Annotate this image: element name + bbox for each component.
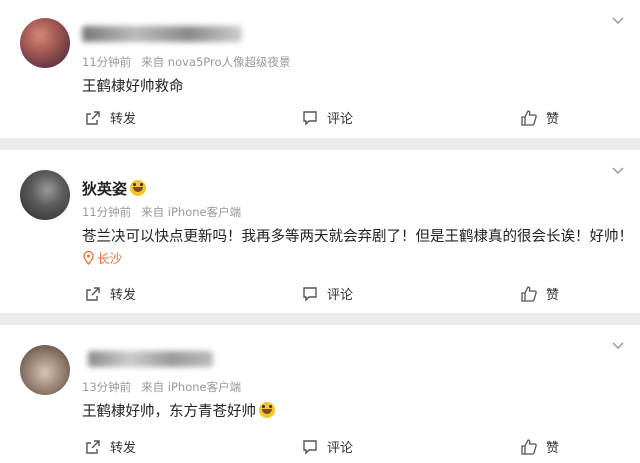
share-icon [86, 110, 100, 125]
chevron-down-icon[interactable] [610, 337, 626, 353]
like-button[interactable]: 赞 [520, 284, 559, 303]
comment-meta: 13分钟前 来自 iPhone客户端 [82, 379, 241, 395]
comment-card: 狄英姿 11分钟前 来自 iPhone客户端 苍兰决可以快点更新吗！我再多等两天就… [0, 150, 640, 313]
location-pin-icon [83, 250, 94, 265]
laugh-cry-emoji-icon [259, 402, 275, 418]
location-label: 长沙 [97, 251, 123, 266]
location-tag[interactable]: 长沙 [82, 248, 122, 267]
username-blurred [88, 351, 213, 367]
avatar[interactable] [20, 345, 70, 395]
comment-label: 评论 [327, 288, 354, 303]
like-label: 赞 [546, 288, 560, 303]
repost-button[interactable]: 转发 [84, 108, 136, 127]
repost-button[interactable]: 转发 [84, 284, 136, 303]
comment-button[interactable]: 评论 [301, 108, 353, 127]
comment-text: 苍兰决可以快点更新吗！我再多等两天就会弃剧了！但是王鹤棣真的很会长诶！好帅！ [82, 229, 633, 245]
comment-button[interactable]: 评论 [301, 284, 353, 303]
avatar[interactable] [20, 18, 70, 68]
like-button[interactable]: 赞 [520, 437, 559, 456]
chevron-down-icon[interactable] [610, 162, 626, 178]
comment-label: 评论 [327, 112, 354, 127]
like-button[interactable]: 赞 [520, 108, 559, 127]
comment-card: 13分钟前 来自 iPhone客户端 王鹤棣好帅，东方青苍好帅 转发 评论 赞 [0, 325, 640, 463]
username[interactable]: 狄英姿 [82, 178, 147, 199]
comment-button[interactable]: 评论 [301, 437, 353, 456]
comment-meta: 11分钟前 来自 nova5Pro人像超级夜景 [82, 54, 291, 70]
like-label: 赞 [546, 441, 560, 456]
comment-text: 王鹤棣好帅救命 [82, 79, 184, 95]
comment-icon [303, 110, 317, 126]
like-label: 赞 [546, 112, 560, 127]
username-blurred [82, 26, 242, 42]
thumbs-up-icon [521, 285, 537, 302]
share-icon [86, 439, 100, 454]
timestamp: 11分钟前 [82, 55, 132, 69]
comment-text: 王鹤棣好帅，东方青苍好帅 [82, 400, 275, 421]
repost-button[interactable]: 转发 [84, 437, 136, 456]
repost-label: 转发 [110, 441, 137, 456]
share-icon [86, 286, 100, 301]
avatar[interactable] [20, 170, 70, 220]
repost-label: 转发 [110, 288, 137, 303]
timestamp: 13分钟前 [82, 380, 132, 394]
chevron-down-icon[interactable] [610, 12, 626, 28]
comment-icon [303, 286, 317, 302]
source: 来自 iPhone客户端 [141, 205, 242, 219]
repost-label: 转发 [110, 112, 137, 127]
comment-meta: 11分钟前 来自 iPhone客户端 [82, 204, 241, 220]
comment-card: 11分钟前 来自 nova5Pro人像超级夜景 王鹤棣好帅救命 转发 评论 赞 [0, 0, 640, 138]
smile-emoji-icon [130, 180, 147, 196]
comment-icon [303, 439, 317, 455]
source: 来自 nova5Pro人像超级夜景 [141, 55, 291, 69]
comment-label: 评论 [327, 441, 354, 456]
thumbs-up-icon [521, 109, 537, 126]
source: 来自 iPhone客户端 [141, 380, 242, 394]
timestamp: 11分钟前 [82, 205, 132, 219]
thumbs-up-icon [521, 438, 537, 455]
